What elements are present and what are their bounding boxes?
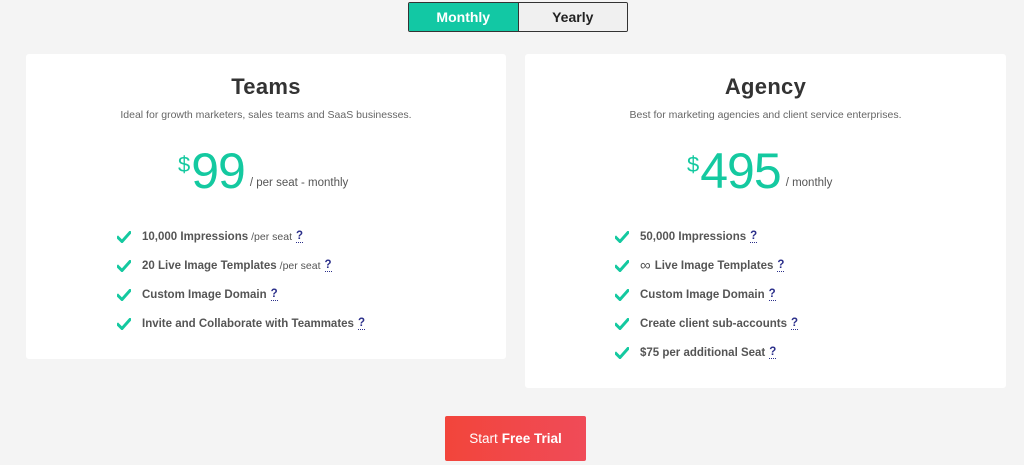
feature-text: 20 Live Image Templates [142,259,277,272]
feature-unit: /per seat [279,259,321,272]
feature-item: 50,000 Impressions ? [615,222,798,251]
help-tooltip-icon[interactable]: ? [768,288,776,301]
price-period: / monthly [785,177,833,189]
feature-item: ∞ Live Image Templates ? [615,251,798,280]
feature-item: Invite and Collaborate with Teammates ? [117,309,365,338]
help-tooltip-icon[interactable]: ? [270,288,278,301]
check-icon [615,346,629,359]
plan-title: Agency [724,74,807,99]
feature-text: 10,000 Impressions [142,230,249,243]
check-icon [615,317,629,330]
check-icon [117,259,131,272]
plan-price: $ 495 / monthly [687,146,832,196]
feature-item: 10,000 Impressions /per seat ? [117,222,365,251]
feature-text: $75 per additional Seat [640,346,766,359]
feature-unit: /per seat [251,230,292,243]
help-tooltip-icon[interactable]: ? [777,259,785,272]
yearly-toggle-button[interactable]: Yearly [517,3,627,31]
feature-text: Live Image Templates [654,259,774,272]
currency-symbol: $ [178,152,191,177]
check-icon [615,230,629,243]
feature-item: $75 per additional Seat ? [615,338,798,367]
price-amount: 99 [191,143,246,199]
feature-text: Invite and Collaborate with Teammates [142,317,354,330]
check-icon [117,288,131,301]
feature-text: Custom Image Domain [640,288,765,301]
feature-item: 20 Live Image Templates /per seat ? [117,251,365,280]
help-tooltip-icon[interactable]: ? [324,259,332,272]
plan-card-agency: Agency Best for marketing agencies and c… [525,54,1006,388]
plan-card-teams: Teams Ideal for growth marketers, sales … [26,54,506,359]
help-tooltip-icon[interactable]: ? [790,317,799,330]
feature-list: 10,000 Impressions /per seat ? 20 Live I… [117,222,365,338]
feature-item: Custom Image Domain ? [615,280,798,309]
billing-toggle: Monthly Yearly [408,2,628,32]
plan-price: $ 99 / per seat - monthly [178,146,348,196]
price-period: / per seat - monthly [249,177,349,189]
check-icon [615,288,629,301]
help-tooltip-icon[interactable]: ? [769,346,777,359]
check-icon [117,230,131,243]
start-free-trial-button[interactable]: Start Free Trial [445,416,586,461]
help-tooltip-icon[interactable]: ? [750,230,758,243]
feature-list: 50,000 Impressions ? ∞ Live Image Templa… [615,222,799,367]
feature-text: Create client sub-accounts [640,317,787,330]
help-tooltip-icon[interactable]: ? [357,317,365,330]
price-amount: 495 [700,143,781,199]
feature-text: Custom Image Domain [142,288,267,301]
check-icon [117,317,131,330]
check-icon [615,259,629,272]
cta-bold: Free Trial [501,431,562,446]
monthly-toggle-button[interactable]: Monthly [409,3,518,31]
cta-prefix: Start [469,431,498,446]
plan-description: Ideal for growth marketers, sales teams … [120,109,412,121]
feature-item: Custom Image Domain ? [117,280,365,309]
infinity-icon: ∞ [640,257,651,274]
plan-title: Teams [231,74,301,99]
currency-symbol: $ [687,152,700,177]
help-tooltip-icon[interactable]: ? [295,230,304,243]
feature-text: 50,000 Impressions [640,230,747,243]
plan-description: Best for marketing agencies and client s… [629,109,902,121]
feature-item: Create client sub-accounts ? [615,309,799,338]
